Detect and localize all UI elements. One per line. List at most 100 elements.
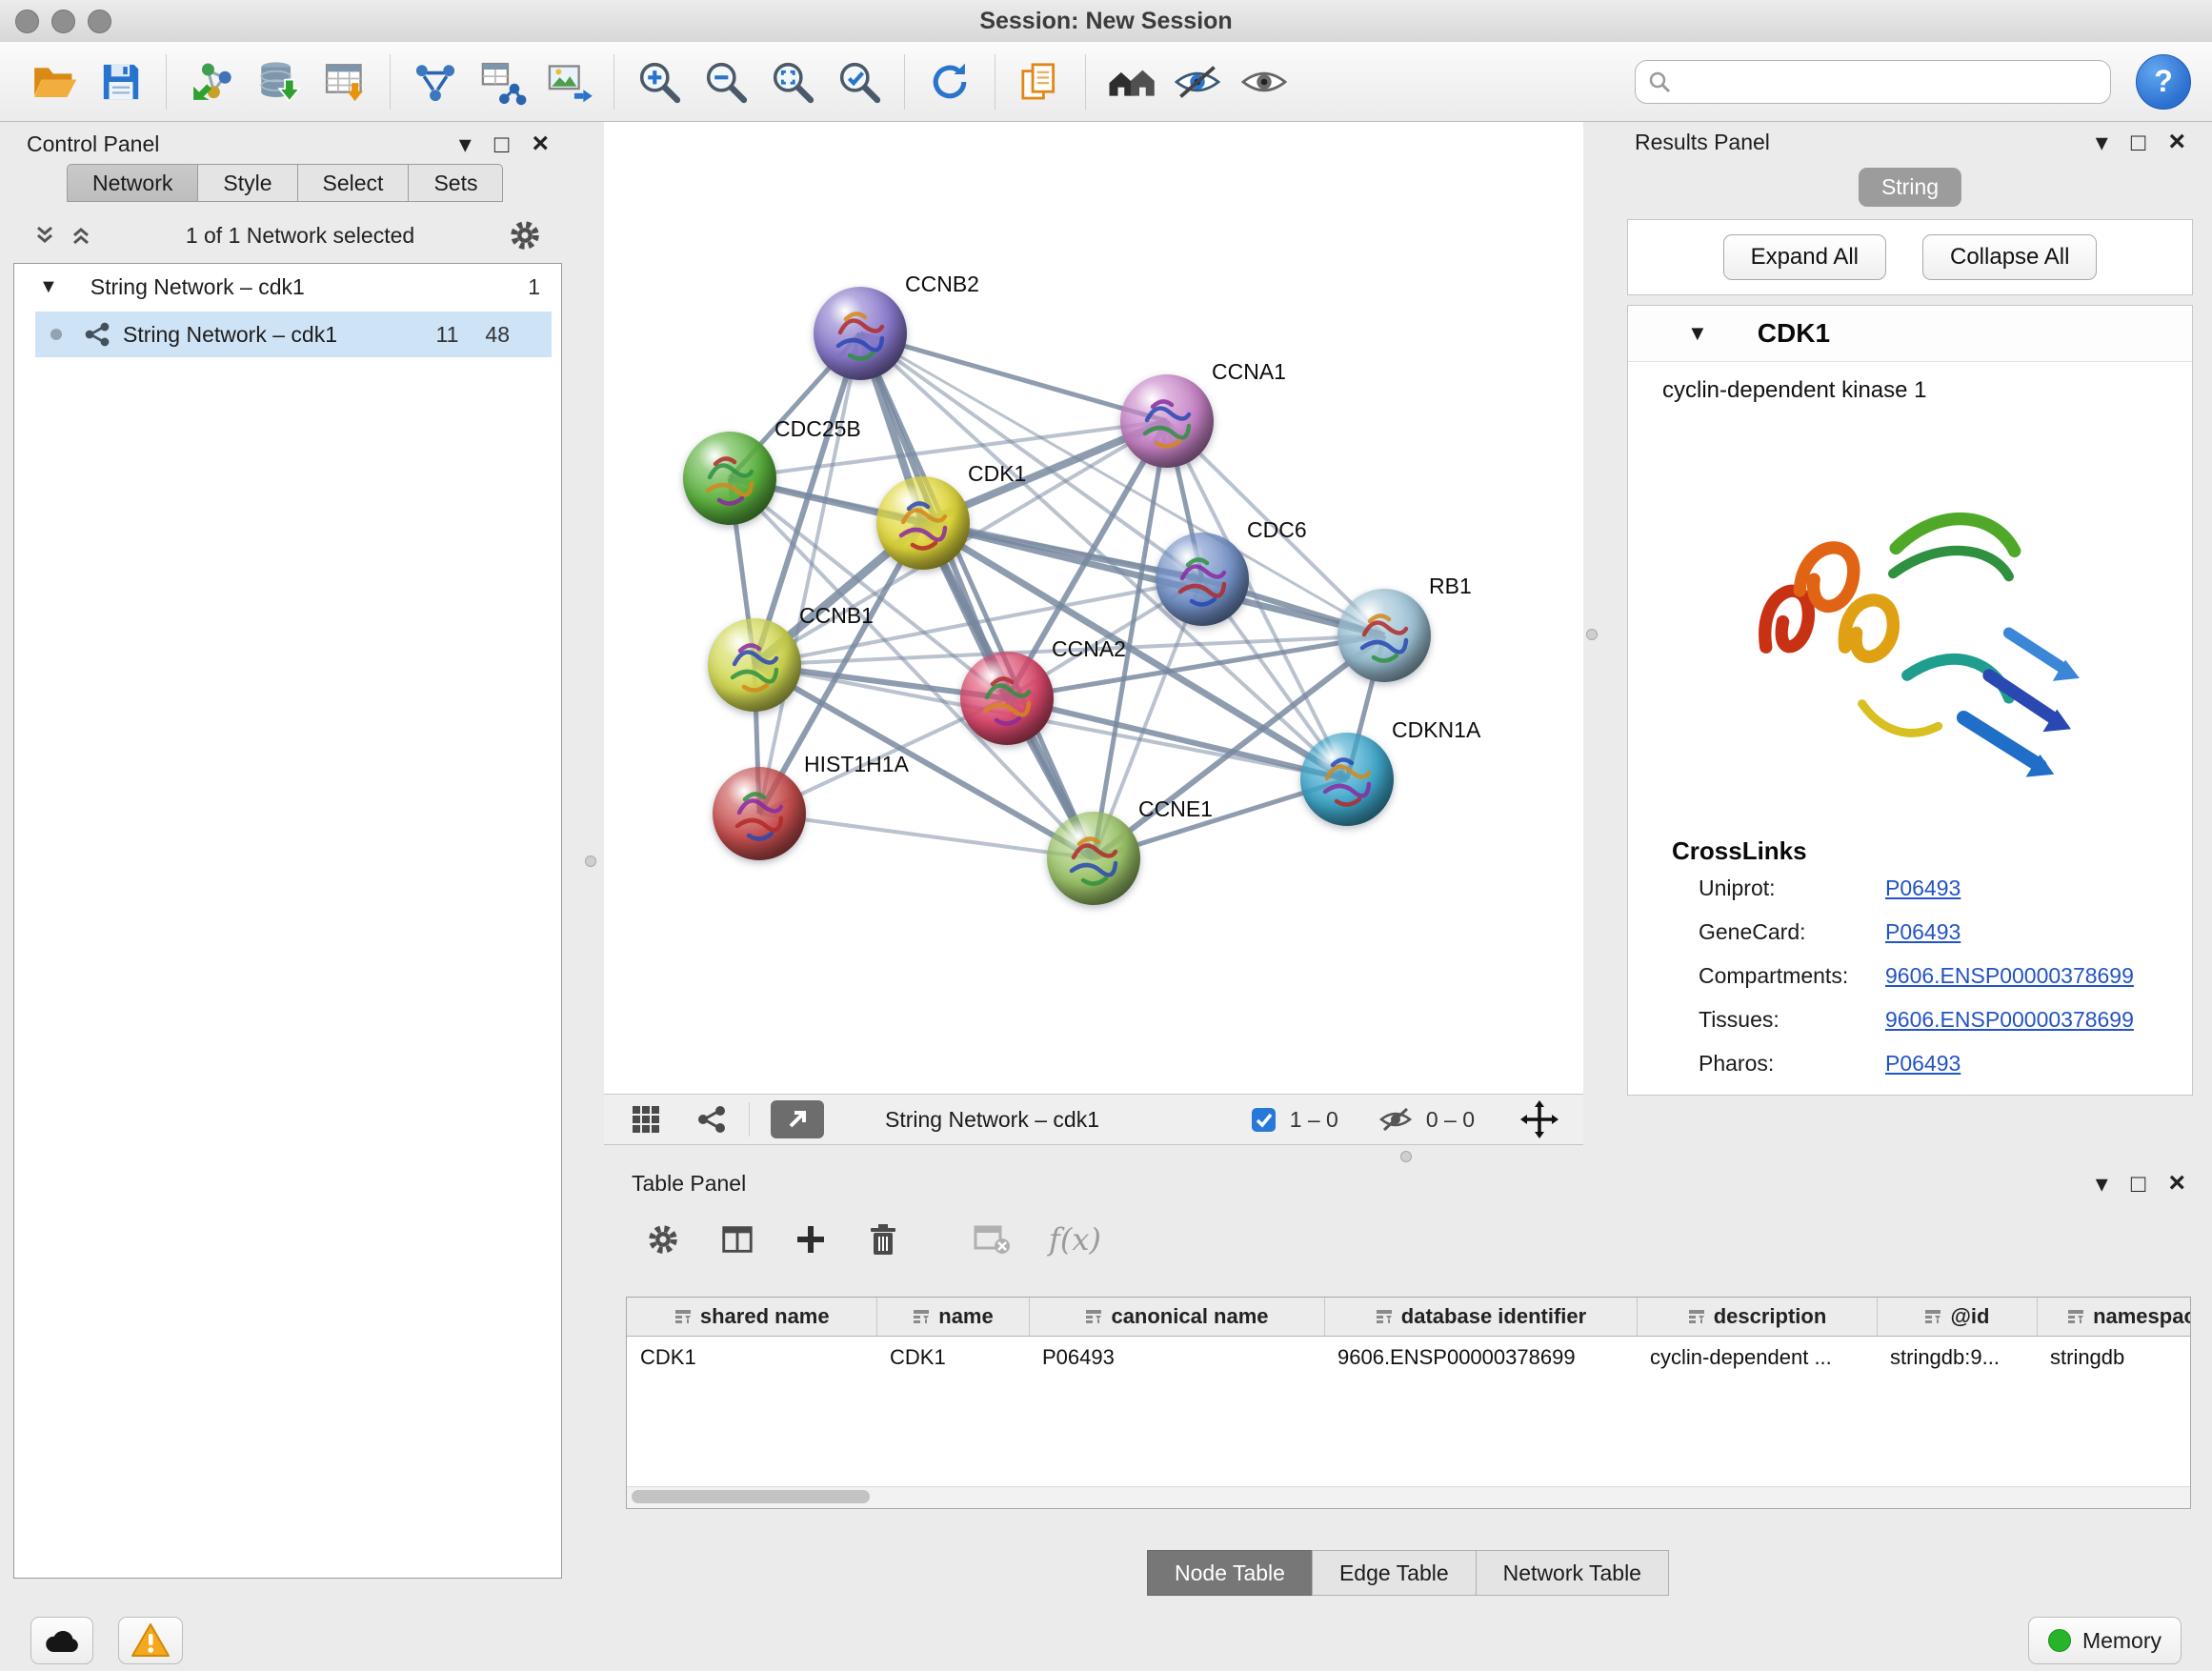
hide-selected-button[interactable] <box>1164 49 1231 115</box>
title-bar: Session: New Session <box>0 0 2212 43</box>
grid-view-icon[interactable] <box>629 1102 663 1137</box>
section-caret-icon[interactable]: ▼ <box>1687 321 1708 346</box>
column-header-description[interactable]: description <box>1637 1298 1877 1337</box>
export-image-button[interactable] <box>535 49 602 115</box>
panel-collapse-icon[interactable]: ▾ <box>2096 1171 2108 1196</box>
network-node-CDKN1A[interactable] <box>1300 733 1394 826</box>
column-header-name[interactable]: name <box>876 1298 1029 1337</box>
column-header-canonical-name[interactable]: canonical name <box>1029 1298 1324 1337</box>
network-collection-row[interactable]: ▼ String Network – cdk1 1 <box>14 264 561 310</box>
network-from-table-button[interactable] <box>469 49 535 115</box>
zoom-out-button[interactable] <box>693 49 759 115</box>
tab-edge-table[interactable]: Edge Table <box>1312 1550 1477 1596</box>
column-type-icon <box>1923 1307 1942 1326</box>
window-close-button[interactable] <box>15 10 39 33</box>
show-columns-icon[interactable] <box>719 1221 755 1258</box>
crosslink-link[interactable]: P06493 <box>1885 1051 1961 1077</box>
window-minimize-button[interactable] <box>51 10 75 33</box>
add-column-icon[interactable] <box>794 1222 828 1257</box>
gear-icon[interactable] <box>507 217 543 253</box>
network-tools-button[interactable] <box>402 49 469 115</box>
expand-all-icon[interactable] <box>69 223 93 248</box>
search-input[interactable] <box>1679 69 2099 95</box>
birdseye-view-button[interactable] <box>771 1100 824 1138</box>
gene-section-header[interactable]: ▼ CDK1 <box>1628 306 2192 362</box>
panel-float-icon[interactable]: □ <box>494 131 510 156</box>
zoom-selected-button[interactable] <box>826 49 893 115</box>
network-node-CCNE1[interactable] <box>1047 812 1140 905</box>
zoom-fit-button[interactable] <box>759 49 826 115</box>
zoom-in-button[interactable] <box>626 49 693 115</box>
network-node-CCNA1[interactable] <box>1120 374 1214 468</box>
panel-close-icon[interactable]: × <box>532 130 549 158</box>
collapse-all-button[interactable]: Collapse All <box>1922 234 2097 280</box>
network-node-CDK1[interactable] <box>876 476 970 570</box>
apply-layout-button[interactable] <box>916 49 983 115</box>
panel-collapse-icon[interactable]: ▾ <box>459 131 472 156</box>
network-edge-CCNB2-CCNE1[interactable] <box>860 333 1094 858</box>
network-node-CDC6[interactable] <box>1156 533 1249 626</box>
toolbar-separator <box>390 54 391 110</box>
panel-float-icon[interactable]: □ <box>2131 1171 2146 1196</box>
show-all-button[interactable] <box>1231 49 1297 115</box>
panel-close-icon[interactable]: × <box>2168 1169 2185 1198</box>
tab-network[interactable]: Network <box>67 164 198 202</box>
crosslink-link[interactable]: 9606.ENSP00000378699 <box>1885 1007 2134 1033</box>
help-button[interactable]: ? <box>2136 54 2191 110</box>
import-network-file-button[interactable] <box>178 49 245 115</box>
home-button[interactable] <box>1097 49 1164 115</box>
warnings-button[interactable] <box>118 1617 183 1664</box>
column-header--id[interactable]: @id <box>1877 1298 2037 1337</box>
panel-close-icon[interactable]: × <box>2168 128 2185 156</box>
table-settings-gear-icon[interactable] <box>645 1221 681 1258</box>
save-session-button[interactable] <box>88 49 154 115</box>
network-node-CCNA2[interactable] <box>960 652 1054 745</box>
tab-network-table[interactable]: Network Table <box>1476 1550 1669 1596</box>
crosslink-link[interactable]: 9606.ENSP00000378699 <box>1885 963 2134 989</box>
copy-button[interactable] <box>1007 49 1074 115</box>
tab-node-table[interactable]: Node Table <box>1147 1550 1313 1596</box>
panel-collapse-icon[interactable]: ▾ <box>2096 130 2108 154</box>
tab-sets[interactable]: Sets <box>409 164 503 202</box>
search-box[interactable] <box>1635 60 2111 104</box>
open-session-button[interactable] <box>21 49 88 115</box>
network-edge-HIST1H1A-CCNE1[interactable] <box>759 814 1094 858</box>
scrollbar-thumb[interactable] <box>632 1490 870 1503</box>
import-table-button[interactable] <box>312 49 378 115</box>
panel-float-icon[interactable]: □ <box>2131 130 2146 154</box>
delete-column-icon[interactable] <box>866 1221 900 1258</box>
warning-icon <box>131 1622 171 1659</box>
network-node-CCNB1[interactable] <box>708 618 801 712</box>
tab-style[interactable]: Style <box>198 164 297 202</box>
network-node-label-HIST1H1A: HIST1H1A <box>804 752 909 777</box>
column-header-namespace[interactable]: namespace <box>2037 1298 2191 1337</box>
cloud-status-button[interactable] <box>30 1617 93 1664</box>
import-network-database-button[interactable] <box>245 49 312 115</box>
network-node-CDC25B[interactable] <box>683 432 776 525</box>
move-crosshair-icon[interactable] <box>1520 1100 1558 1138</box>
window-zoom-button[interactable] <box>88 10 111 33</box>
collapse-all-icon[interactable] <box>32 223 57 248</box>
network-canvas[interactable]: CCNB2CCNA1CDC25BCDK1CDC6RB1CCNB1CCNA2CDK… <box>604 122 1583 1094</box>
tree-caret-icon[interactable]: ▼ <box>39 276 58 298</box>
network-item-row[interactable]: String Network – cdk1 11 48 <box>35 312 552 357</box>
splitter-handle[interactable] <box>1586 629 1598 640</box>
network-node-CCNB2[interactable] <box>814 287 907 380</box>
share-view-icon[interactable] <box>695 1103 728 1136</box>
column-header-shared-name[interactable]: shared name <box>627 1298 876 1337</box>
string-results-tab[interactable]: String <box>1859 168 1961 207</box>
network-node-HIST1H1A[interactable] <box>713 767 806 860</box>
splitter-handle[interactable] <box>1400 1151 1412 1162</box>
crosslink-link[interactable]: P06493 <box>1885 876 1961 901</box>
network-edge-CCNB2-HIST1H1A[interactable] <box>759 333 860 814</box>
network-node-RB1[interactable] <box>1337 589 1431 682</box>
expand-all-button[interactable]: Expand All <box>1723 234 1886 280</box>
splitter-handle[interactable] <box>585 856 596 867</box>
crosslink-link[interactable]: P06493 <box>1885 919 1961 945</box>
gene-name: CDK1 <box>1758 318 1830 349</box>
memory-button[interactable]: Memory <box>2028 1617 2182 1664</box>
column-header-database-identifier[interactable]: database identifier <box>1324 1298 1637 1337</box>
tab-select[interactable]: Select <box>298 164 410 202</box>
table-row[interactable]: CDK1CDK1P064939606.ENSP00000378699cyclin… <box>627 1337 2191 1379</box>
selected-checkbox-icon[interactable] <box>1251 1107 1277 1133</box>
